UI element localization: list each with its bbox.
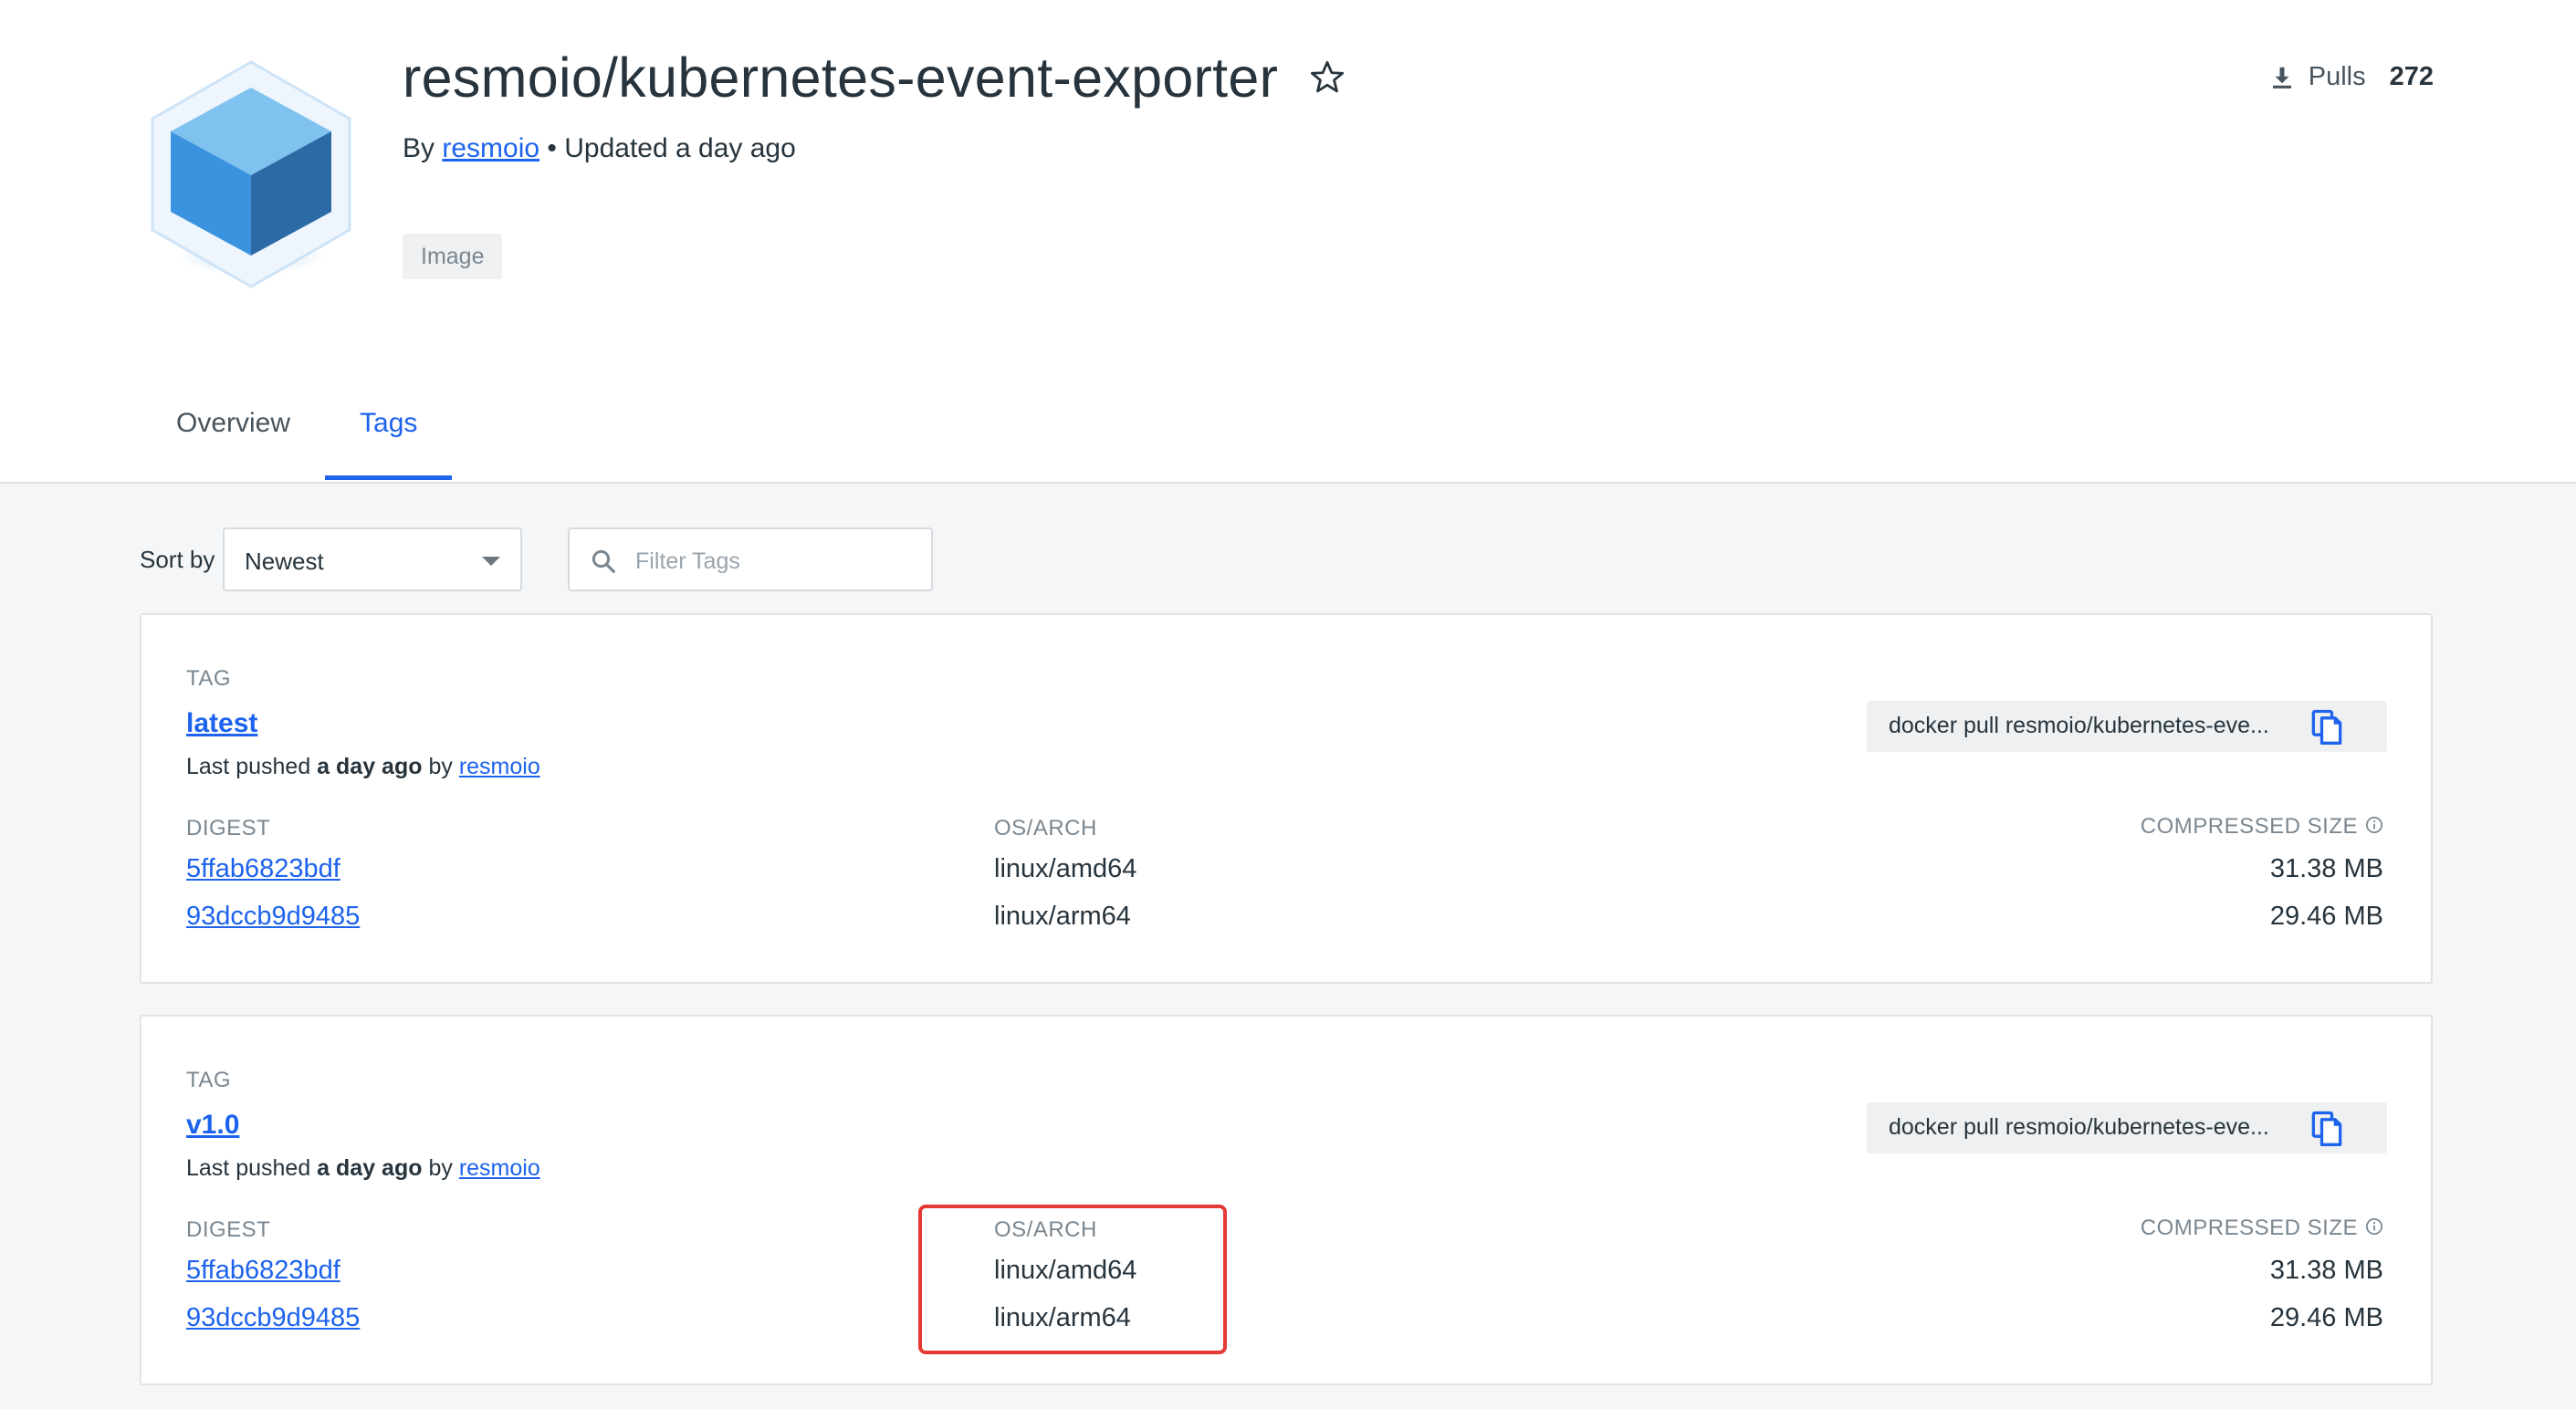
pulls-label: Pulls: [2308, 62, 2366, 91]
pull-command-text: docker pull resmoio/kubernetes-eve...: [1889, 1114, 2269, 1140]
pulls-stat: Pulls 272: [2268, 62, 2434, 92]
by-prefix: By: [403, 133, 435, 163]
digest-link[interactable]: 5ffab6823bdf: [186, 854, 340, 884]
author-link[interactable]: resmoio: [442, 133, 539, 163]
size-value: 31.38 MB: [2269, 854, 2383, 883]
repo-title: resmoio/kubernetes-event-exporter: [403, 47, 1279, 109]
os-arch-value: linux/arm64: [994, 902, 1131, 931]
tag-name-link[interactable]: v1.0: [186, 1110, 239, 1141]
pushed-time: a day ago: [317, 754, 423, 779]
sort-select[interactable]: Newest: [223, 527, 522, 591]
table-row: 5ffab6823bdf linux/amd64 31.38 MB: [141, 1256, 2431, 1292]
digest-link[interactable]: 93dccb9d9485: [186, 902, 360, 932]
size-value: 29.46 MB: [2269, 1303, 2383, 1332]
pulls-count: 272: [2389, 62, 2434, 91]
digest-column-label: DIGEST: [186, 816, 271, 840]
tag-column-label: TAG: [186, 666, 232, 691]
star-icon[interactable]: [1308, 58, 1346, 97]
digest-link[interactable]: 5ffab6823bdf: [186, 1256, 340, 1286]
copy-icon[interactable]: [2307, 1108, 2347, 1148]
tag-card: TAG v1.0 Last pushed a day ago by resmoi…: [140, 1015, 2433, 1385]
pull-command-text: docker pull resmoio/kubernetes-eve...: [1889, 713, 2269, 738]
size-value: 29.46 MB: [2269, 902, 2383, 931]
filter-tags-field[interactable]: [568, 527, 933, 591]
copy-icon[interactable]: [2307, 706, 2347, 746]
pushed-by-prefix: by: [428, 1155, 453, 1181]
pushed-by-prefix: by: [428, 754, 453, 779]
pushed-prefix: Last pushed: [186, 754, 311, 779]
tab-tags[interactable]: Tags: [325, 383, 453, 480]
last-pushed-text: Last pushed a day ago by resmoio: [186, 754, 540, 780]
table-row: 93dccb9d9485 linux/arm64 29.46 MB: [141, 902, 2431, 938]
table-row: 5ffab6823bdf linux/amd64 31.38 MB: [141, 854, 2431, 891]
table-row: 93dccb9d9485 linux/arm64 29.46 MB: [141, 1303, 2431, 1340]
repo-byline: By resmoio • Updated a day ago: [403, 133, 796, 164]
pull-command-box[interactable]: docker pull resmoio/kubernetes-eve...: [1867, 1102, 2387, 1153]
last-pushed-text: Last pushed a day ago by resmoio: [186, 1155, 540, 1182]
compressed-size-text: COMPRESSED SIZE: [2140, 814, 2358, 839]
pushed-by-link[interactable]: resmoio: [459, 754, 540, 779]
search-icon: [592, 549, 615, 573]
compressed-size-text: COMPRESSED SIZE: [2140, 1216, 2358, 1240]
info-icon[interactable]: [2365, 816, 2383, 834]
repo-tabs: Overview Tags: [141, 383, 453, 482]
pushed-by-link[interactable]: resmoio: [459, 1155, 540, 1181]
tag-name-link[interactable]: latest: [186, 708, 257, 739]
tag-column-label: TAG: [186, 1068, 232, 1092]
pull-command-box[interactable]: docker pull resmoio/kubernetes-eve...: [1867, 701, 2387, 752]
sort-value: Newest: [245, 548, 324, 575]
tag-card: TAG latest Last pushed a day ago by resm…: [140, 613, 2433, 984]
pushed-prefix: Last pushed: [186, 1155, 311, 1181]
filter-tags-input[interactable]: [634, 542, 920, 580]
repo-header: resmoio/kubernetes-event-exporter By res…: [0, 0, 2576, 484]
tab-overview[interactable]: Overview: [141, 383, 325, 480]
os-arch-value: linux/amd64: [994, 854, 1137, 883]
download-icon: [2272, 67, 2291, 89]
info-icon[interactable]: [2365, 1217, 2383, 1236]
compressed-size-column-label: COMPRESSED SIZE: [2141, 1216, 2383, 1241]
pushed-time: a day ago: [317, 1155, 423, 1181]
type-badge: Image: [403, 234, 503, 279]
cube-logo-icon: [151, 60, 351, 288]
digest-link[interactable]: 93dccb9d9485: [186, 1303, 360, 1333]
sort-label: Sort by: [140, 546, 215, 573]
compressed-size-column-label: COMPRESSED SIZE: [2141, 814, 2383, 840]
updated-text: • Updated a day ago: [547, 133, 796, 163]
size-value: 31.38 MB: [2269, 1256, 2383, 1285]
highlight-box: [918, 1205, 1227, 1354]
chevron-down-icon: [482, 557, 500, 566]
digest-column-label: DIGEST: [186, 1217, 271, 1242]
os-arch-column-label: OS/ARCH: [994, 816, 1097, 840]
